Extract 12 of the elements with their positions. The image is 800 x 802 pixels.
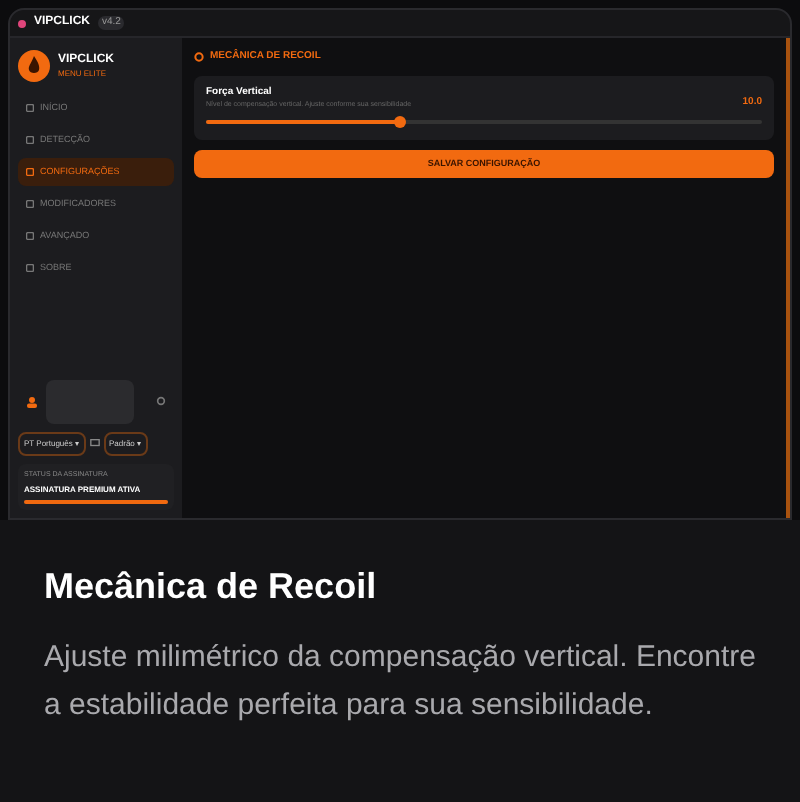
nav-icon bbox=[26, 136, 34, 144]
nav-icon bbox=[26, 264, 34, 272]
nav-icon bbox=[26, 104, 34, 112]
caption-text: Ajuste milimétrico da compensação vertical. Encontre a estabilidade perfeita para sua sensibilidade. bbox=[44, 638, 756, 726]
slider-thumb[interactable] bbox=[394, 116, 407, 129]
nav-icon bbox=[26, 232, 34, 240]
caption-title: Mecânica de Recoil bbox=[44, 564, 379, 610]
flame-logo-icon bbox=[18, 50, 50, 82]
nav-icon bbox=[26, 200, 34, 208]
nav-icon bbox=[26, 168, 34, 176]
monitor-icon bbox=[89, 438, 99, 449]
user-icon bbox=[26, 395, 38, 408]
